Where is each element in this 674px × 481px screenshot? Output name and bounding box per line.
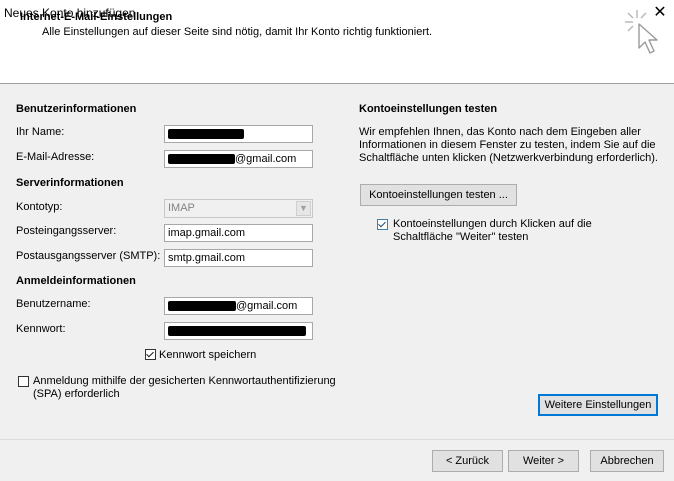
auto-test-label-line1: Kontoeinstellungen durch Klicken auf die — [393, 218, 592, 230]
password-label: Kennwort: — [16, 323, 66, 335]
outgoing-server-label: Postausgangsserver (SMTP): — [16, 250, 161, 262]
next-button[interactable]: Weiter > — [508, 450, 579, 472]
user-info-heading: Benutzerinformationen — [16, 103, 137, 115]
cursor-click-icon — [625, 10, 658, 54]
chevron-down-icon: ▼ — [296, 201, 311, 216]
redacted-name — [168, 129, 244, 140]
account-type-label: Kontotyp: — [16, 201, 63, 213]
test-description-line3: Schaltfläche unten klicken (Netzwerkverb… — [359, 152, 658, 164]
redacted-password — [168, 326, 306, 337]
test-description-line2: Informationen in diesem Fenster zu teste… — [359, 139, 656, 151]
outgoing-server-input[interactable]: smtp.gmail.com — [164, 249, 313, 267]
spa-label-line2: (SPA) erforderlich — [33, 388, 120, 400]
page-subtitle: Alle Einstellungen auf dieser Seite sind… — [42, 26, 433, 38]
test-account-button[interactable]: Kontoeinstellungen testen ... — [360, 184, 517, 206]
auto-test-checkbox[interactable] — [377, 219, 388, 230]
back-button[interactable]: < Zurück — [432, 450, 503, 472]
server-info-heading: Serverinformationen — [16, 177, 124, 189]
email-domain: @gmail.com — [235, 153, 297, 165]
name-label: Ihr Name: — [16, 126, 65, 138]
save-password-label: Kennwort speichern — [159, 349, 257, 361]
name-input[interactable] — [164, 125, 313, 143]
username-input[interactable]: @gmail.com — [164, 297, 313, 315]
test-description-line1: Wir empfehlen Ihnen, das Konto nach dem … — [359, 126, 641, 138]
email-label: E-Mail-Adresse: — [16, 151, 95, 163]
footer-divider — [0, 439, 674, 440]
save-password-checkbox[interactable] — [145, 349, 156, 360]
page-title: Internet-E-Mail-Einstellungen — [20, 11, 173, 23]
account-type-value: IMAP — [168, 202, 195, 214]
incoming-server-input[interactable]: imap.gmail.com — [164, 224, 313, 242]
spa-checkbox[interactable] — [18, 376, 29, 387]
incoming-server-label: Posteingangsserver: — [16, 225, 117, 237]
email-input[interactable]: @gmail.com — [164, 150, 313, 168]
spa-label-line1: Anmeldung mithilfe der gesicherten Kennw… — [33, 375, 336, 387]
login-info-heading: Anmeldeinformationen — [16, 275, 136, 287]
username-domain: @gmail.com — [236, 300, 298, 312]
redacted-username — [168, 301, 236, 312]
password-input[interactable] — [164, 322, 313, 340]
cancel-button[interactable]: Abbrechen — [590, 450, 664, 472]
more-settings-button[interactable]: Weitere Einstellungen — [538, 394, 658, 416]
account-type-select: IMAP ▼ — [164, 199, 313, 218]
redacted-email-local — [168, 154, 235, 165]
username-label: Benutzername: — [16, 298, 91, 310]
auto-test-label-line2: Schaltfläche "Weiter" testen — [393, 231, 529, 243]
test-heading: Kontoeinstellungen testen — [359, 103, 498, 115]
